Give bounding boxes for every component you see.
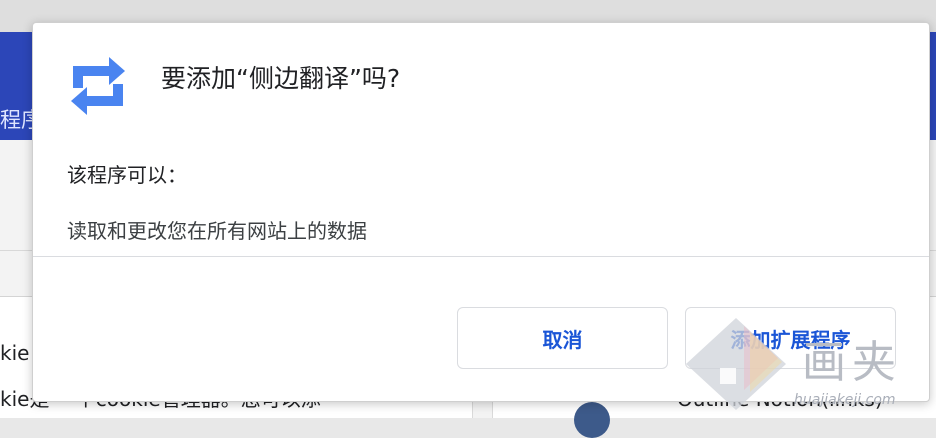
add-extension-dialog: 要添加“侧边翻译”吗? 该程序可以： 读取和更改您在所有网站上的数据 取消 添加…: [32, 22, 930, 402]
card-title: kie: [0, 341, 30, 365]
permission-item: 读取和更改您在所有网站上的数据: [67, 219, 367, 243]
dialog-divider: [33, 256, 929, 257]
dialog-title: 要添加“侧边翻译”吗?: [161, 64, 401, 93]
cancel-button[interactable]: 取消: [457, 307, 668, 369]
watermark-url: huajiakeji.com: [794, 392, 896, 408]
swap-arrows-icon: [71, 57, 125, 115]
watermark-text: 画夹: [802, 337, 902, 388]
permissions-heading: 该程序可以：: [67, 163, 187, 187]
extension-logo: [574, 402, 610, 438]
